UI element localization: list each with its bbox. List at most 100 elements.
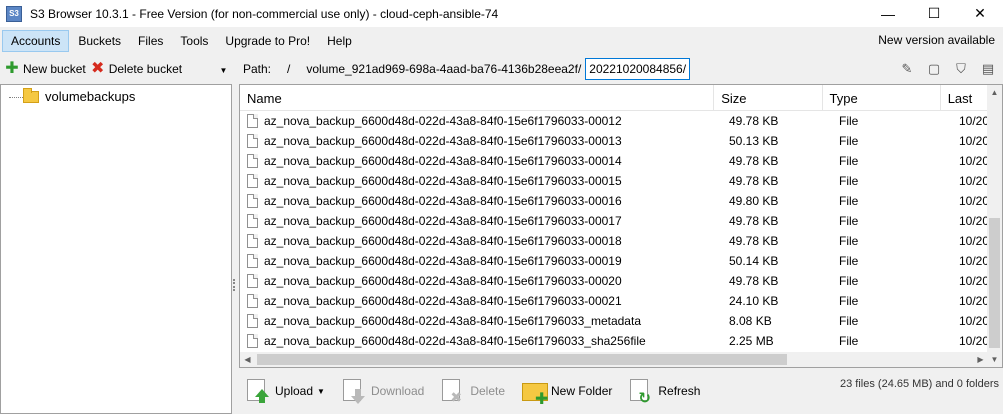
new-version-link[interactable]: New version available xyxy=(878,33,995,47)
menu-upgrade[interactable]: Upgrade to Pro! xyxy=(217,31,318,51)
file-name-cell: az_nova_backup_6600d48d-022d-43a8-84f0-1… xyxy=(240,271,722,291)
horizontal-scroll-thumb[interactable] xyxy=(257,354,787,365)
path-segment-volume[interactable]: volume_921ad969-698a-4aad-ba76-4136b28ee… xyxy=(306,62,581,76)
table-row[interactable]: az_nova_backup_6600d48d-022d-43a8-84f0-1… xyxy=(240,331,990,351)
file-name-cell: az_nova_backup_6600d48d-022d-43a8-84f0-1… xyxy=(240,191,722,211)
new-bucket-button[interactable]: ✚ New bucket xyxy=(4,61,85,77)
tree-item-volumebackups[interactable]: volumebackups xyxy=(9,87,138,104)
scroll-down-icon[interactable]: ▼ xyxy=(987,352,1002,367)
column-header-size[interactable]: Size xyxy=(714,85,823,111)
download-button[interactable]: Download xyxy=(341,377,424,405)
table-row[interactable]: az_nova_backup_6600d48d-022d-43a8-84f0-1… xyxy=(240,251,990,271)
edit-pencil-icon[interactable]: ✎ xyxy=(898,60,916,78)
menu-accounts[interactable]: Accounts xyxy=(2,30,70,52)
minimize-button[interactable]: — xyxy=(865,0,911,27)
table-row[interactable]: az_nova_backup_6600d48d-022d-43a8-84f0-1… xyxy=(240,151,990,171)
delete-bucket-label: Delete bucket xyxy=(108,62,183,76)
file-type: File xyxy=(839,134,859,148)
column-header-name[interactable]: Name xyxy=(240,85,715,111)
path-current-input[interactable]: 20221020084856/ xyxy=(585,58,691,80)
filter-icon[interactable]: ⛉ xyxy=(952,60,970,78)
table-row[interactable]: az_nova_backup_6600d48d-022d-43a8-84f0-1… xyxy=(240,231,990,251)
table-row[interactable]: az_nova_backup_6600d48d-022d-43a8-84f0-1… xyxy=(240,211,990,231)
file-size: 50.14 KB xyxy=(729,254,779,268)
file-size: 49.78 KB xyxy=(729,114,779,128)
menu-buckets[interactable]: Buckets xyxy=(70,31,129,51)
file-icon xyxy=(247,194,258,208)
scroll-up-icon[interactable]: ▲ xyxy=(987,85,1002,100)
horizontal-scrollbar[interactable]: ◀ ▶ xyxy=(240,352,988,367)
view-icon[interactable]: ▢ xyxy=(925,60,943,78)
file-last-modified: 10/20 xyxy=(959,334,990,348)
refresh-icon: ↻ xyxy=(628,377,652,407)
file-type: File xyxy=(839,334,859,348)
bucket-tree[interactable]: volumebackups xyxy=(0,84,232,414)
file-icon xyxy=(247,274,258,288)
file-icon xyxy=(247,294,258,308)
file-size: 49.78 KB xyxy=(729,214,779,228)
file-size: 49.78 KB xyxy=(729,154,779,168)
menu-files[interactable]: Files xyxy=(130,31,171,51)
file-icon xyxy=(247,134,258,148)
path-bar: Path: / volume_921ad969-698a-4aad-ba76-4… xyxy=(239,57,1003,81)
chevron-down-icon[interactable]: ▼ xyxy=(317,387,325,396)
file-type: File xyxy=(839,174,859,188)
window-title: S3 Browser 10.3.1 - Free Version (for no… xyxy=(30,6,499,21)
file-size: 2.25 MB xyxy=(729,334,774,348)
file-list[interactable]: Name Size Type Last az_nova_backup_6600d… xyxy=(239,84,1003,368)
app-icon: S3 xyxy=(6,5,22,22)
table-row[interactable]: az_nova_backup_6600d48d-022d-43a8-84f0-1… xyxy=(240,271,990,291)
table-row[interactable]: az_nova_backup_6600d48d-022d-43a8-84f0-1… xyxy=(240,311,990,331)
table-row[interactable]: az_nova_backup_6600d48d-022d-43a8-84f0-1… xyxy=(240,131,990,151)
file-last-modified: 10/20 xyxy=(959,154,990,168)
table-row[interactable]: az_nova_backup_6600d48d-022d-43a8-84f0-1… xyxy=(240,291,990,311)
column-header-type[interactable]: Type xyxy=(823,85,941,111)
file-last-modified: 10/20 xyxy=(959,174,990,188)
file-name: az_nova_backup_6600d48d-022d-43a8-84f0-1… xyxy=(264,154,622,168)
file-icon xyxy=(247,234,258,248)
refresh-button[interactable]: ↻ Refresh xyxy=(628,377,700,407)
file-last-modified: 10/20 xyxy=(959,274,990,288)
table-row[interactable]: az_nova_backup_6600d48d-022d-43a8-84f0-1… xyxy=(240,111,990,131)
delete-label: Delete xyxy=(470,384,506,398)
scroll-left-icon[interactable]: ◀ xyxy=(240,352,255,367)
file-icon xyxy=(247,154,258,168)
file-last-modified: 10/20 xyxy=(959,254,990,268)
new-folder-label: New Folder xyxy=(551,384,613,398)
file-name: az_nova_backup_6600d48d-022d-43a8-84f0-1… xyxy=(264,134,622,148)
delete-x-icon: ✖ xyxy=(91,60,105,77)
table-row[interactable]: az_nova_backup_6600d48d-022d-43a8-84f0-1… xyxy=(240,191,990,211)
delete-bucket-button[interactable]: ✖ Delete bucket xyxy=(90,61,182,77)
title-bar: S3 S3 Browser 10.3.1 - Free Version (for… xyxy=(0,0,1003,27)
new-folder-button[interactable]: ✚ New Folder xyxy=(521,377,613,408)
upload-button[interactable]: Upload ▼ xyxy=(245,377,325,405)
panel-splitter[interactable] xyxy=(232,57,238,414)
vertical-scroll-thumb[interactable] xyxy=(989,218,1000,348)
delete-button[interactable]: ✖ Delete xyxy=(440,377,505,405)
upload-icon xyxy=(245,377,269,405)
maximize-button[interactable]: ☐ xyxy=(911,0,957,27)
column-header-last[interactable]: Last xyxy=(941,85,990,111)
splitter-grip-icon xyxy=(233,279,236,291)
file-name-cell: az_nova_backup_6600d48d-022d-43a8-84f0-1… xyxy=(240,151,722,171)
delete-icon: ✖ xyxy=(440,377,464,405)
file-size: 49.78 KB xyxy=(729,274,779,288)
file-icon xyxy=(247,114,258,128)
path-root[interactable]: / xyxy=(287,62,290,76)
file-last-modified: 10/20 xyxy=(959,134,990,148)
window-controls: — ☐ ✕ xyxy=(865,0,1003,27)
close-button[interactable]: ✕ xyxy=(957,0,1003,27)
scroll-right-icon[interactable]: ▶ xyxy=(973,352,988,367)
file-name-cell: az_nova_backup_6600d48d-022d-43a8-84f0-1… xyxy=(240,331,722,351)
download-icon xyxy=(341,377,365,405)
file-last-modified: 10/20 xyxy=(959,314,990,328)
new-folder-icon: ✚ xyxy=(521,377,548,408)
file-last-modified: 10/20 xyxy=(959,214,990,228)
menu-tools[interactable]: Tools xyxy=(172,31,216,51)
table-row[interactable]: az_nova_backup_6600d48d-022d-43a8-84f0-1… xyxy=(240,171,990,191)
upload-label: Upload xyxy=(275,384,314,398)
vertical-scrollbar[interactable]: ▲ ▼ xyxy=(987,85,1002,367)
menu-help[interactable]: Help xyxy=(319,31,360,51)
list-view-icon[interactable]: ▤ xyxy=(979,60,997,78)
chevron-down-icon[interactable]: ▼ xyxy=(218,62,229,78)
